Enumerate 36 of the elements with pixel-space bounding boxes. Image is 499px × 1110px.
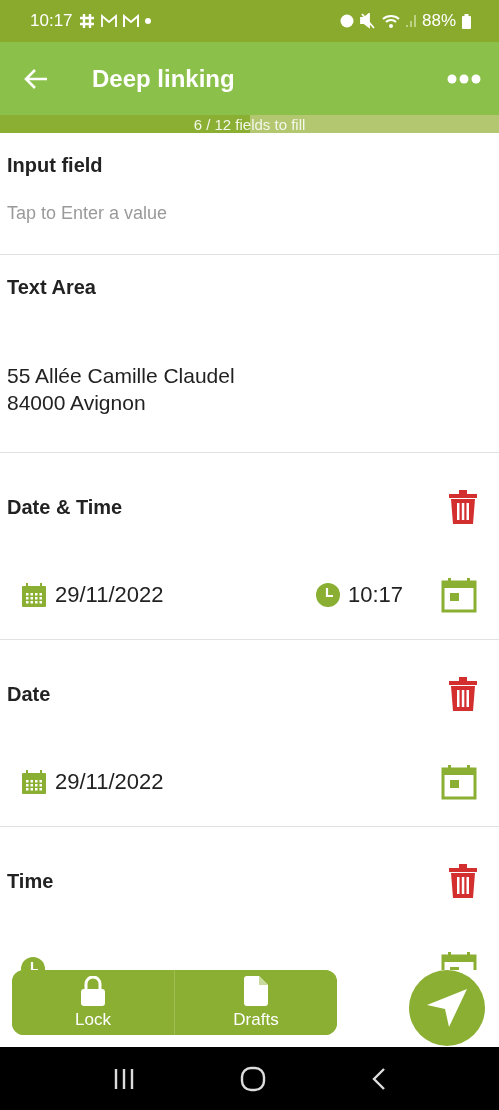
send-icon: [427, 988, 467, 1028]
mute-icon: [359, 13, 376, 29]
field-label: Input field: [7, 153, 103, 177]
dot-icon: [144, 18, 151, 24]
calendar-icon: [21, 769, 47, 795]
calendar-picker-button[interactable]: [441, 577, 477, 613]
field-label: Date: [7, 682, 51, 706]
document-icon: [244, 975, 268, 1006]
signal-icon: [405, 15, 416, 27]
status-time: 10:17: [30, 11, 73, 31]
screen-title: Deep linking: [92, 64, 236, 93]
calendar-picker-button[interactable]: [441, 764, 477, 800]
field-label: Text Area: [7, 275, 96, 299]
hash-icon: [78, 13, 95, 29]
back-nav-button[interactable]: [372, 1066, 387, 1091]
field-label: Time: [7, 869, 54, 893]
input-field[interactable]: Tap to Enter a value: [7, 203, 307, 224]
date-value[interactable]: 29/11/2022: [55, 769, 164, 795]
battery-icon: [462, 13, 471, 29]
progress-label: 6 / 12 fields to fill: [193, 115, 306, 133]
delete-button[interactable]: [449, 677, 477, 711]
wifi-icon: [381, 14, 400, 28]
lock-icon: [80, 975, 106, 1006]
time-value[interactable]: 10:17: [347, 582, 403, 608]
recent-apps-button[interactable]: [112, 1067, 135, 1090]
delete-button[interactable]: [449, 490, 477, 524]
field-label: Date & Time: [7, 495, 123, 519]
text-area-value[interactable]: 55 Allée Camille Claudel 84000 Avignon: [7, 362, 491, 416]
home-button[interactable]: [240, 1065, 267, 1092]
calendar-icon: [21, 582, 47, 608]
mail-icon: [122, 14, 139, 28]
mail-icon: [100, 14, 117, 28]
clock-icon: [315, 583, 340, 607]
date-value[interactable]: 29/11/2022: [55, 582, 164, 608]
battery-percentage: 88%: [421, 11, 456, 31]
delete-button[interactable]: [449, 864, 477, 898]
